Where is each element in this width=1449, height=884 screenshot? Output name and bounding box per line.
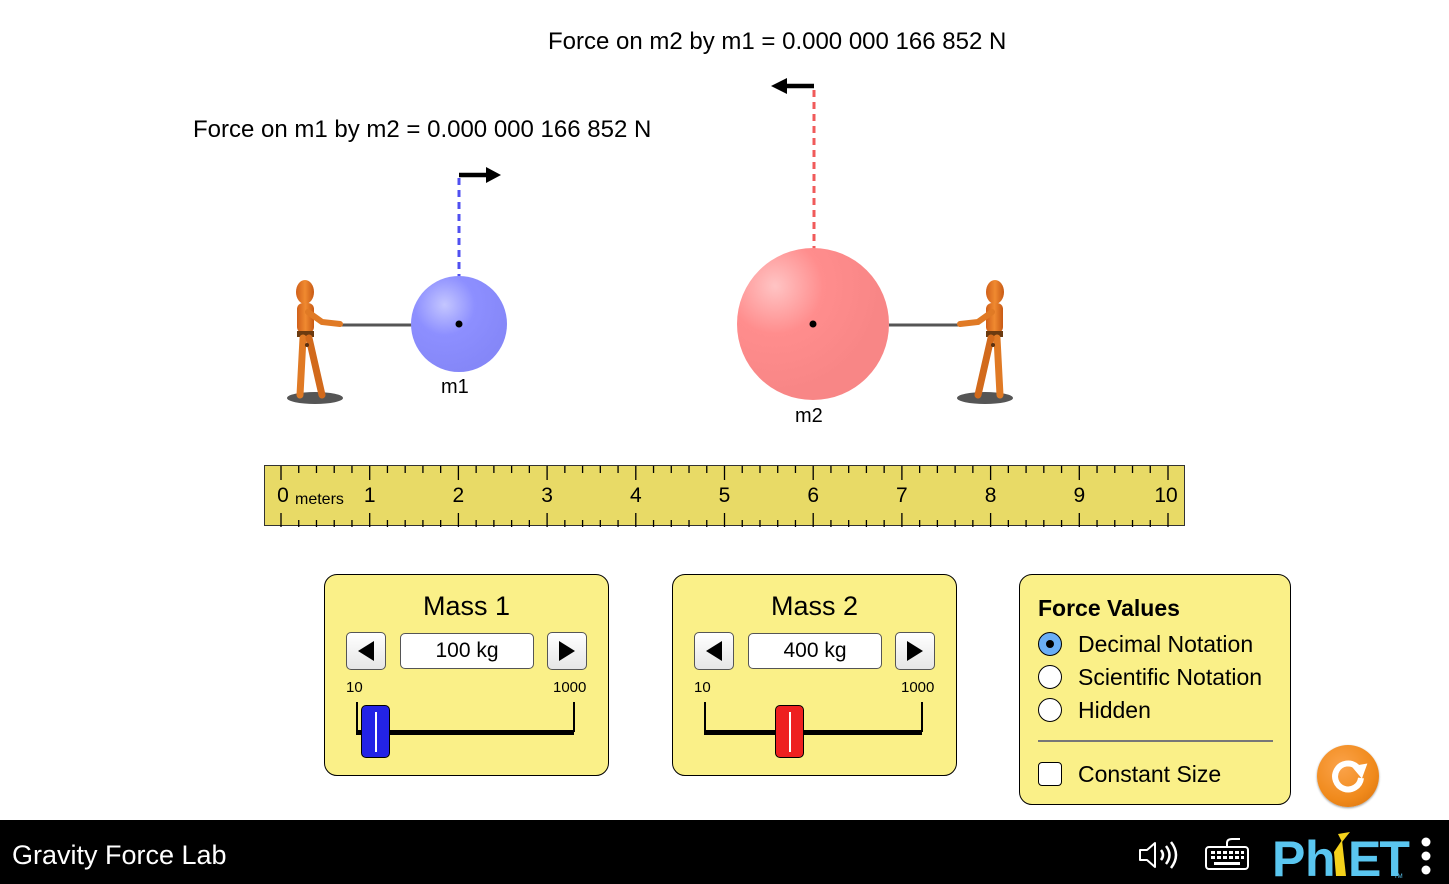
mass2-value-display: 400 kg (748, 633, 882, 669)
mass2-max-tick (921, 702, 923, 732)
radio-label: Hidden (1078, 696, 1151, 723)
mass2-slider-thumb[interactable] (775, 705, 805, 758)
ruler-tick-label: 0 (277, 484, 289, 507)
mass1-decrement-button[interactable] (346, 632, 386, 670)
ruler-tick-label: 1 (363, 484, 376, 507)
constant-size-checkbox[interactable] (1038, 762, 1062, 786)
radio-label: Decimal Notation (1078, 630, 1254, 657)
right-triangle-icon (907, 641, 923, 661)
mass1-value-display: 100 kg (400, 633, 534, 669)
mass-m1-label: m1 (441, 376, 469, 398)
reset-icon (1332, 760, 1368, 793)
svg-text:TM: TM (1394, 874, 1403, 880)
mass-m1-sphere[interactable] (411, 276, 507, 372)
mass2-slider-track[interactable] (704, 730, 922, 735)
mass1-increment-button[interactable] (547, 632, 587, 670)
radio-dot (1046, 640, 1054, 648)
scene-graphics (287, 78, 1013, 404)
mass2-max-label: 1000 (901, 679, 935, 696)
phet-logo[interactable]: P h ET TM (1272, 832, 1412, 880)
mass1-min-tick (356, 702, 358, 732)
ruler-tick-label: 2 (452, 484, 465, 507)
puller-figure-right (957, 280, 1013, 404)
radio-scientific-notation[interactable]: Scientific Notation (1038, 662, 1262, 692)
mass-m2-label: m2 (795, 405, 823, 427)
puller-figure-left (287, 280, 343, 404)
mass1-max-tick (573, 702, 575, 732)
left-triangle-icon (358, 641, 374, 661)
radio-decimal-notation[interactable]: Decimal Notation (1038, 629, 1253, 659)
ruler-tick-label: 3 (541, 484, 553, 507)
reset-all-button[interactable] (1317, 745, 1379, 807)
keyboard-icon[interactable] (1204, 835, 1250, 875)
mass1-slider-thumb[interactable] (361, 705, 391, 758)
radio-label: Scientific Notation (1078, 663, 1263, 690)
mass2-increment-button[interactable] (895, 632, 935, 670)
radio-hidden[interactable]: Hidden (1038, 695, 1151, 725)
mass2-title: Mass 2 (770, 591, 859, 621)
mass2-min-tick (704, 702, 706, 732)
force-values-panel: Force Values Decimal Notation Scientific… (1019, 574, 1291, 805)
mass1-title: Mass 1 (422, 591, 511, 621)
navigation-bar: Gravity Force Lab P h ET TM (0, 820, 1449, 884)
mass-m2-sphere[interactable] (737, 248, 889, 400)
mass2-decrement-button[interactable] (694, 632, 734, 670)
constant-size-checkbox-row[interactable]: Constant Size (1038, 759, 1221, 789)
radio-button[interactable] (1038, 698, 1062, 722)
left-triangle-icon (706, 641, 722, 661)
mass1-min-label: 10 (346, 679, 363, 696)
ruler-tick-label: 4 (629, 484, 642, 507)
radio-button[interactable] (1038, 665, 1062, 689)
phet-logo-h: h (1305, 832, 1336, 880)
mass2-min-label: 10 (694, 679, 711, 696)
sim-title: Gravity Force Lab (12, 840, 227, 870)
right-triangle-icon (559, 641, 575, 661)
ruler-tick-label: 9 (1073, 484, 1086, 507)
force-values-title: Force Values (1038, 595, 1180, 621)
constant-size-label: Constant Size (1078, 760, 1222, 787)
ruler-tick-label: 8 (984, 484, 997, 507)
panel-divider (1038, 740, 1273, 742)
mass1-max-label: 1000 (553, 679, 587, 696)
phet-logo-et: ET (1348, 832, 1409, 880)
phet-logo-text: P (1272, 832, 1304, 880)
ruler-tick-label: 6 (807, 484, 820, 507)
sound-icon[interactable] (1137, 837, 1183, 873)
ruler-tick-label: 7 (896, 484, 908, 507)
ruler-tick-label: 5 (718, 484, 731, 507)
mass2-control-panel: Mass 2 400 kg 10 1000 (672, 574, 957, 776)
distance-ruler[interactable]: 0 1 2 3 4 5 6 7 8 9 10 meters (264, 465, 1185, 527)
ruler-tick-label: 10 (1154, 484, 1178, 507)
radio-button-selected[interactable] (1038, 632, 1062, 656)
mass1-control-panel: Mass 1 100 kg 10 1000 (324, 574, 609, 776)
ruler-units-label: meters (295, 491, 344, 508)
play-area: Force on m2 by m1 = 0.000 000 166 852 N … (0, 0, 1449, 820)
menu-icon[interactable] (1418, 836, 1434, 876)
